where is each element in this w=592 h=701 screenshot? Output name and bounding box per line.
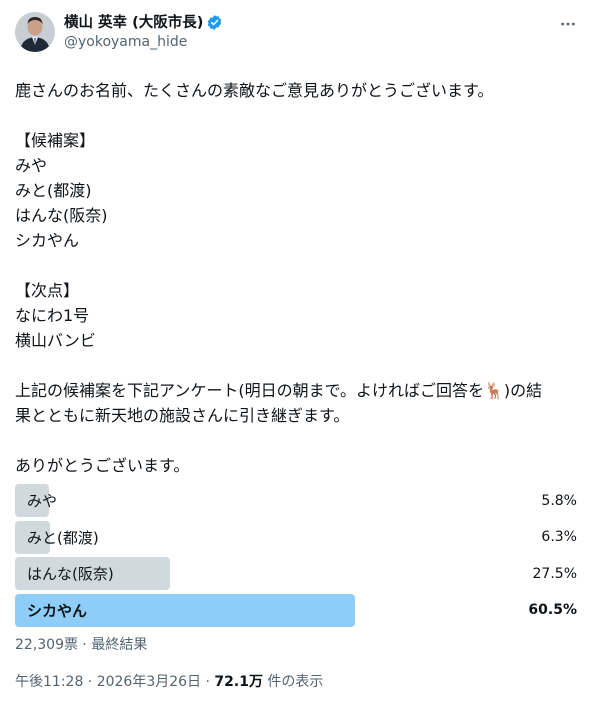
tweet-header: 横山 英幸 (大阪市長) @yokoyama_hide <box>15 12 577 56</box>
poll: みや 5.8% みと(都渡) 6.3% はんな(阪奈) 27.5% シカやん 6… <box>15 484 577 655</box>
tweet-text: 鹿さんのお名前、たくさんの素敵なご意見ありがとうございます。 ​ 【候補案】みやみと… <box>15 78 577 478</box>
author-name-row[interactable]: 横山 英幸 (大阪市長) <box>64 14 223 32</box>
poll-option-label: みや <box>27 492 58 510</box>
tweet-card: 横山 英幸 (大阪市長) @yokoyama_hide 鹿さんのお名前、たくさん… <box>0 0 592 701</box>
avatar-image <box>15 12 55 52</box>
verified-badge-icon <box>206 14 223 31</box>
poll-summary: 22,309票 · 最終結果 <box>15 636 148 653</box>
tweet-line: 【次点】 <box>15 281 80 300</box>
avatar[interactable] <box>15 12 55 52</box>
tweet-line: 横山バンビ <box>15 331 96 350</box>
tweet-line: ​ <box>15 103 577 128</box>
view-count: 72.1万 <box>214 673 263 690</box>
poll-option[interactable]: みと(都渡) 6.3% <box>15 520 577 554</box>
poll-option-label: みと(都渡) <box>27 528 99 547</box>
tweet-timestamp: 午後11:28 · 2026年3月26日 · 72.1万 件の表示 <box>15 672 577 692</box>
tweet-line: なにわ1号 <box>15 306 90 325</box>
poll-option-percent: 27.5% <box>532 565 577 582</box>
tweet-line: ​ <box>15 428 577 453</box>
tweet-line: ありがとうございます。 <box>15 456 190 475</box>
tweet-line: はんな(阪奈) <box>15 206 108 225</box>
author-handle[interactable]: @yokoyama_hide <box>64 33 223 51</box>
poll-option[interactable]: はんな(阪奈) 27.5% <box>15 557 577 590</box>
post-time[interactable]: 午後11:28 · 2026年3月26日 · <box>15 674 214 690</box>
poll-option[interactable]: シカやん 60.5% <box>15 593 577 627</box>
tweet-line: 上記の候補案を下記アンケート(明日の朝まで。よければご回答を🦌)の結 <box>15 381 543 400</box>
poll-option[interactable]: みや 5.8% <box>15 484 577 517</box>
tweet-line: 鹿さんのお名前、たくさんの素敵なご意見ありがとうございます。 <box>15 81 494 100</box>
author-block: 横山 英幸 (大阪市長) @yokoyama_hide <box>64 12 223 52</box>
tweet-line: みや <box>15 156 48 175</box>
tweet-line: みと(都渡) <box>15 181 92 200</box>
tweet-line: シカやん <box>15 231 80 250</box>
poll-option-percent: 6.3% <box>541 529 577 545</box>
more-dots-icon[interactable] <box>558 14 578 34</box>
poll-option-percent: 60.5% <box>528 602 577 618</box>
poll-option-label: はんな(阪奈) <box>27 565 114 583</box>
tweet-line: 果とともに新天地の施設さんに引き継ぎます。 <box>15 406 350 425</box>
tweet-line: 【候補案】 <box>15 131 96 150</box>
poll-option-percent: 5.8% <box>541 492 577 509</box>
tweet-line: ​ <box>15 253 577 278</box>
poll-option-label: シカやん <box>27 601 88 620</box>
author-name[interactable]: 横山 英幸 (大阪市長) <box>64 14 203 32</box>
tweet-line: ​ <box>15 353 577 378</box>
view-count-label: 件の表示 <box>262 673 324 690</box>
